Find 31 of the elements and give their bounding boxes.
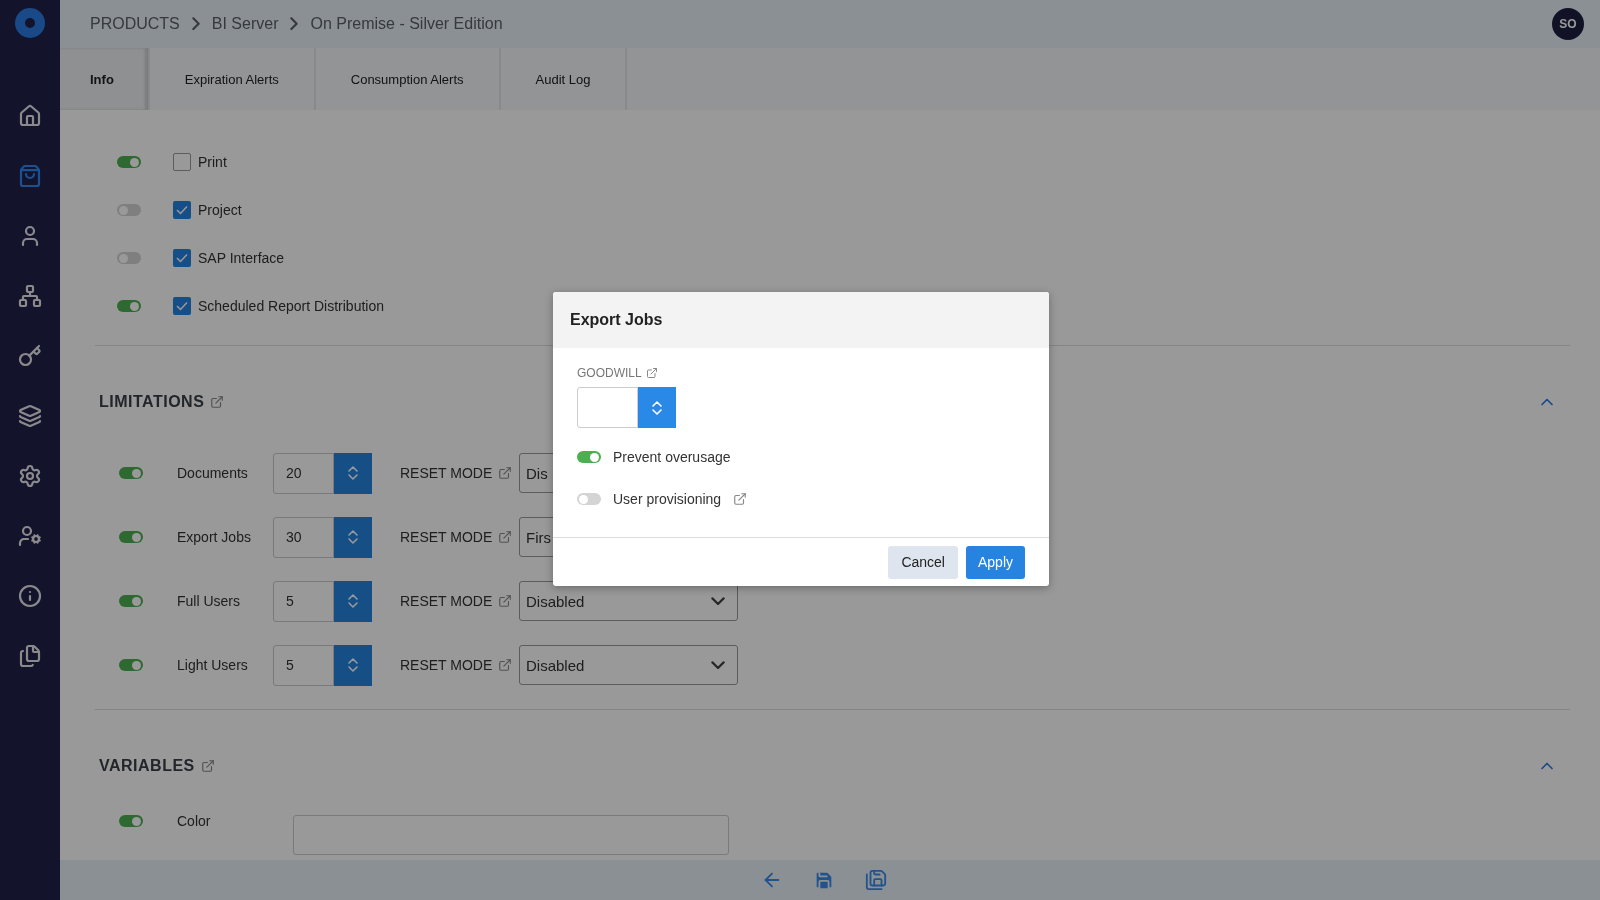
- section-title: LIMITATIONS: [99, 393, 205, 411]
- breadcrumb-link[interactable]: PRODUCTS: [90, 15, 180, 33]
- number-field[interactable]: 5: [273, 644, 334, 686]
- number-field[interactable]: 30: [273, 516, 334, 558]
- apply-button[interactable]: Apply: [965, 545, 1025, 579]
- cancel-button[interactable]: Cancel: [888, 545, 958, 579]
- breadcrumb-link[interactable]: On Premise - Silver Edition: [310, 15, 503, 33]
- reset-mode-label: RESET MODE: [400, 657, 493, 673]
- checkbox-label: Scheduled Report Distribution: [198, 298, 384, 314]
- tab[interactable]: Info: [60, 48, 150, 110]
- checkbox-label: Project: [198, 202, 242, 218]
- limit-label: Full Users: [177, 593, 241, 609]
- number-field[interactable]: 20: [273, 452, 334, 494]
- checkbox-label: SAP Interface: [198, 250, 285, 266]
- option-label: Prevent overusage: [613, 449, 731, 465]
- variable-label: Color: [177, 813, 212, 829]
- section-title: VARIABLES: [99, 757, 195, 775]
- limit-label: Documents: [177, 465, 249, 481]
- limit-label: Light Users: [177, 657, 249, 673]
- user-avatar[interactable]: SO: [1552, 8, 1584, 40]
- checkbox-label: Print: [198, 154, 227, 170]
- field-label: GOODWILL: [577, 366, 642, 380]
- mode-dropdown[interactable]: Disabled: [519, 645, 738, 685]
- reset-mode-label: RESET MODE: [400, 529, 493, 545]
- dialog-title: Export Jobs: [570, 311, 663, 329]
- limit-label: Export Jobs: [177, 529, 252, 545]
- number-field[interactable]: 5: [273, 580, 334, 622]
- breadcrumb-link[interactable]: BI Server: [211, 15, 279, 33]
- reset-mode-label: RESET MODE: [400, 593, 493, 609]
- reset-mode-label: RESET MODE: [400, 465, 493, 481]
- option-label: User provisioning: [613, 491, 722, 507]
